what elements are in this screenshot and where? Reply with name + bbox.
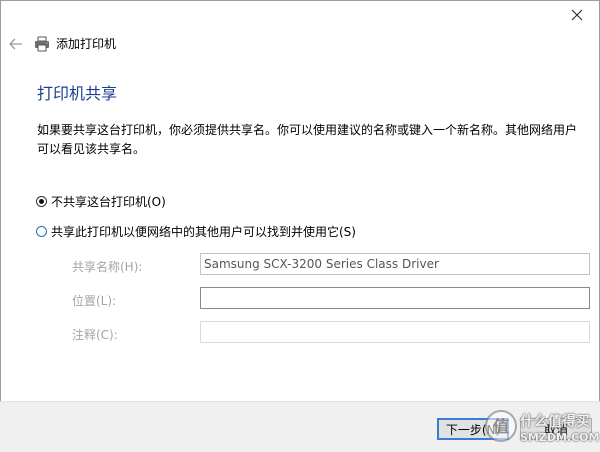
share-name-field[interactable] <box>200 253 590 275</box>
location-field[interactable] <box>200 287 590 309</box>
wizard-title-bar: 添加打印机 <box>34 35 116 52</box>
watermark: 值 什么值得买 SMZDM.COM <box>480 405 600 451</box>
share-name-label: 共享名称(H): <box>72 260 143 274</box>
printer-icon <box>35 36 49 51</box>
no-share-label: 不共享这台打印机(O) <box>51 195 166 209</box>
back-arrow-icon <box>9 38 22 50</box>
watermark-domain: SMZDM.COM <box>520 431 600 444</box>
share-label: 共享此打印机以便网络中的其他用户可以找到并使用它(S) <box>51 225 356 239</box>
watermark-text: 什么值得买 <box>520 414 590 430</box>
watermark-logo-icon: 值 <box>485 410 517 442</box>
page-heading: 打印机共享 <box>37 84 118 103</box>
page-description: 如果要共享这台打印机，你必须提供共享名。你可以使用建议的名称或键入一个新名称。其… <box>37 123 578 156</box>
no-share-option[interactable]: 不共享这台打印机(O) <box>36 193 166 210</box>
comment-field[interactable] <box>200 321 590 343</box>
svg-text:值: 值 <box>493 417 509 436</box>
back-button[interactable] <box>6 34 26 54</box>
share-option[interactable]: 共享此打印机以便网络中的其他用户可以找到并使用它(S) <box>36 223 356 240</box>
no-share-radio[interactable] <box>36 196 47 207</box>
window-title: 添加打印机 <box>56 37 117 51</box>
location-label: 位置(L): <box>72 294 117 308</box>
share-radio[interactable] <box>36 226 47 237</box>
close-button[interactable] <box>562 4 592 26</box>
close-icon <box>571 9 583 21</box>
comment-label: 注释(C): <box>72 328 118 342</box>
